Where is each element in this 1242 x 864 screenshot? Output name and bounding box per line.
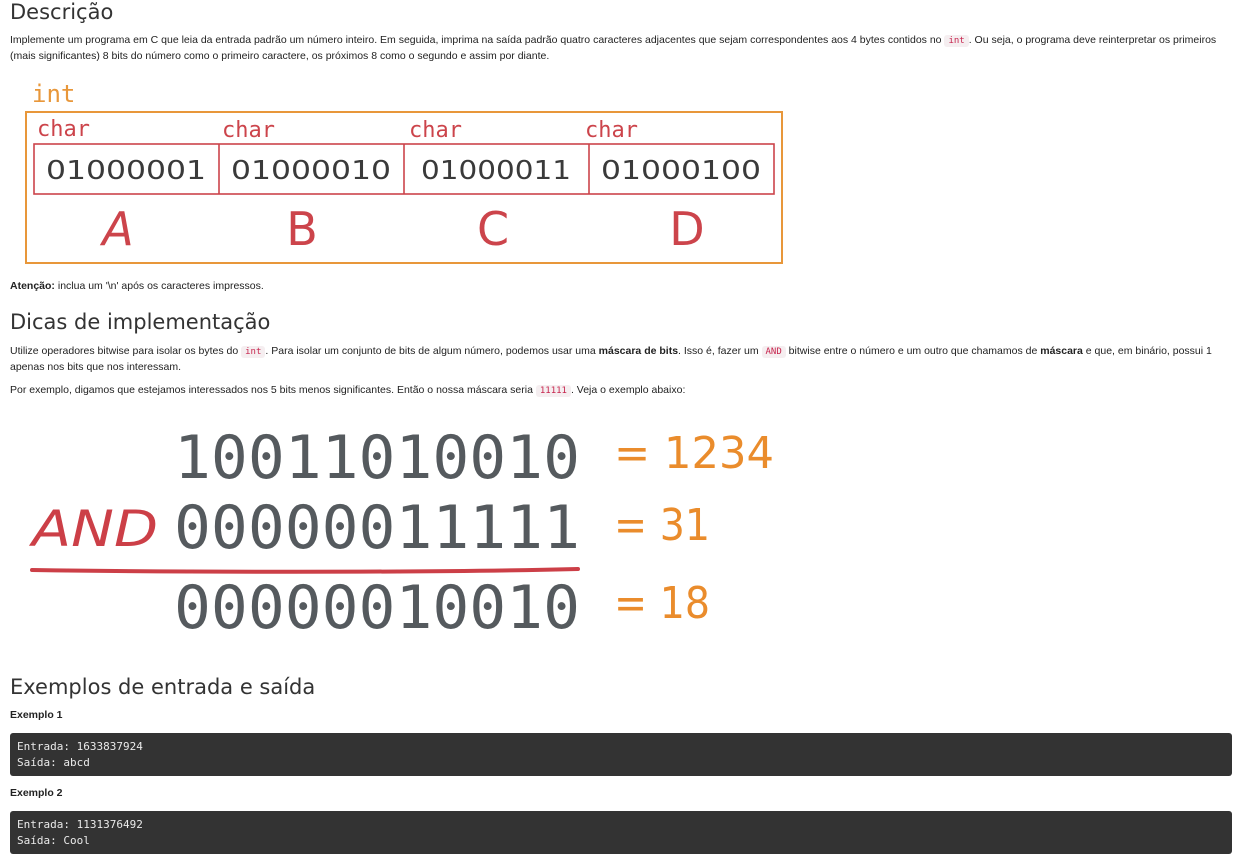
inline-code-and: AND	[761, 346, 786, 358]
inline-code-int: int	[241, 346, 266, 358]
and-operator: AND	[29, 500, 158, 558]
decimal-value-18: = 18	[614, 578, 710, 629]
text-segment: bitwise entre o número e um outro que ch…	[785, 345, 1041, 357]
byte-value: 01000100	[601, 156, 761, 186]
decimal-value-1234: = 1234	[614, 428, 774, 479]
heading-exemplos: Exemplos de entrada e saída	[10, 675, 316, 699]
char-label: char	[585, 118, 638, 143]
code-line-output: Saída: abcd	[17, 755, 90, 769]
byte-value: 01000001	[46, 156, 206, 186]
heading-descricao: Descrição	[10, 0, 114, 24]
atencao-text: inclua um '\n' após os caracteres impres…	[54, 280, 264, 292]
bytes-diagram: int char char char char 01000001 0100001…	[25, 80, 783, 264]
letter-a: A	[99, 202, 133, 256]
letter-c: C	[477, 202, 509, 256]
text-segment: Utilize operadores bitwise para isolar o…	[10, 345, 242, 357]
int-label: int	[32, 80, 75, 108]
binary-result: 00000010010	[174, 573, 580, 642]
example-1-code-block: Entrada: 1633837924 Saída: abcd	[10, 733, 1232, 776]
char-label: char	[222, 118, 275, 143]
example-2-code-block: Entrada: 1131376492 Saída: Cool	[10, 811, 1232, 854]
bold-mascara-de-bits: máscara de bits	[598, 345, 679, 357]
text-segment: Por exemplo, digamos que estejamos inter…	[10, 384, 536, 396]
paragraph-dicas-1: Utilize operadores bitwise para isolar o…	[10, 344, 1232, 375]
text-segment: . Para isolar um conjunto de bits de alg…	[265, 345, 599, 357]
byte-value: 01000010	[231, 156, 391, 186]
result-underline	[30, 567, 580, 574]
letter-b: B	[286, 202, 318, 256]
and-mask-diagram: 10011010010 00000011111 00000010010 AND …	[29, 423, 774, 642]
atencao-label: Atenção:	[10, 280, 55, 292]
binary-number: 10011010010	[174, 423, 580, 493]
heading-dicas: Dicas de implementação	[10, 310, 271, 334]
char-label: char	[409, 118, 462, 143]
letter-d: D	[669, 202, 704, 256]
bold-mascara: máscara	[1040, 345, 1083, 357]
paragraph-dicas-2: Por exemplo, digamos que estejamos inter…	[10, 383, 685, 399]
text-segment: . Isso é, fazer um	[678, 345, 762, 357]
text-segment: . Veja o exemplo abaixo:	[570, 384, 686, 396]
binary-mask: 00000011111	[174, 493, 580, 563]
code-line-input: Entrada: 1131376492	[17, 818, 143, 831]
char-label: char	[37, 117, 90, 142]
code-line-output: Saída: Cool	[17, 833, 90, 847]
inline-code-mask: 11111	[535, 385, 571, 397]
code-line-input: Entrada: 1633837924	[17, 740, 143, 753]
paragraph-descricao: Implemente um programa em C que leia da …	[10, 33, 1232, 64]
inline-code-int: int	[944, 35, 969, 47]
decimal-value-31: = 31	[614, 500, 710, 551]
text-segment: Implemente um programa em C que leia da …	[10, 34, 945, 46]
example-1-label: Exemplo 1	[10, 709, 63, 721]
byte-value: 01000011	[421, 156, 571, 186]
example-2-label: Exemplo 2	[10, 787, 63, 799]
paragraph-atencao: Atenção: inclua um '\n' após os caracter…	[10, 279, 264, 294]
